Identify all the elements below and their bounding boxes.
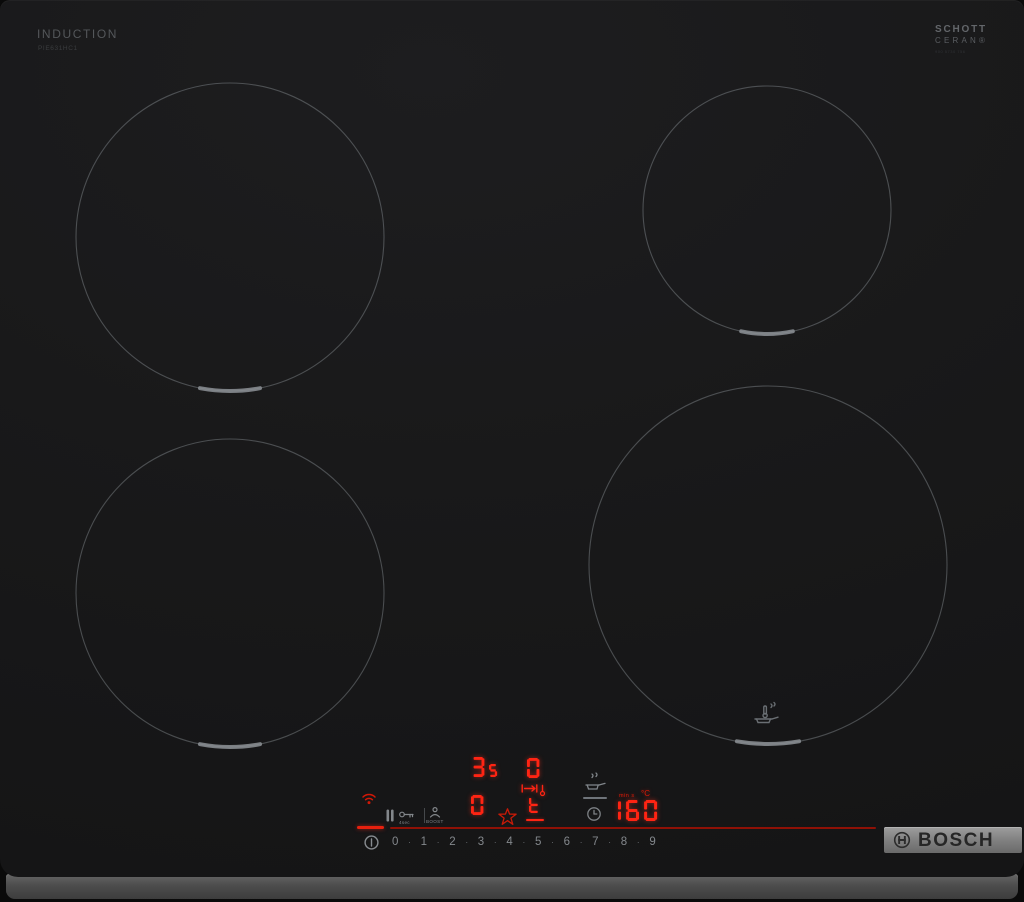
level-separator-dot: · bbox=[637, 837, 640, 847]
zone-marker-rear-right bbox=[741, 331, 793, 334]
boost-chef-icon[interactable] bbox=[429, 807, 441, 818]
induction-label: INDUCTION bbox=[37, 27, 118, 41]
star-icon[interactable] bbox=[498, 808, 517, 826]
level-separator-dot: · bbox=[580, 837, 583, 847]
power-level-7[interactable]: 7 bbox=[592, 836, 598, 848]
level-separator-dot: · bbox=[551, 837, 554, 847]
power-level-3[interactable]: 3 bbox=[478, 836, 484, 848]
display-front-right-glyph bbox=[529, 797, 543, 818]
model-number: PIE631HC1 bbox=[38, 45, 78, 52]
level-separator-dot: · bbox=[522, 837, 525, 847]
power-level-6[interactable]: 6 bbox=[564, 836, 570, 848]
power-level-5[interactable]: 5 bbox=[535, 836, 541, 848]
glass-surface: INDUCTION PIE631HC1 SCHOTT CERAN® 900 57… bbox=[0, 0, 1024, 877]
induction-cooktop: INDUCTION PIE631HC1 SCHOTT CERAN® 900 57… bbox=[0, 0, 1024, 902]
schott-ceran-logo: SCHOTT CERAN® 900 5730 756 bbox=[935, 24, 988, 54]
power-level-4[interactable]: 4 bbox=[506, 836, 512, 848]
bosch-logo-badge: BOSCH bbox=[884, 827, 1022, 853]
bosch-logo-text: BOSCH bbox=[918, 831, 994, 850]
power-slider-track[interactable] bbox=[390, 827, 876, 829]
zone-marker-rear-left bbox=[200, 388, 260, 391]
schott-code: 900 5730 756 bbox=[935, 49, 988, 54]
wifi-icon bbox=[361, 791, 377, 805]
bosch-emblem-icon bbox=[893, 831, 911, 849]
display-front-left bbox=[471, 795, 489, 820]
power-level-9[interactable]: 9 bbox=[649, 836, 655, 848]
fry-sensor-pan-icon[interactable] bbox=[584, 772, 607, 793]
key-lock-label: 4sec bbox=[399, 820, 410, 825]
level-separator-dot: · bbox=[494, 837, 497, 847]
display-rear-left bbox=[472, 757, 490, 782]
zone-marker-front-right bbox=[737, 741, 799, 744]
power-level-scale[interactable]: 0 · 1 · 2 · 3 · 4 · 5 · 6 · 7 · 8 · 9 bbox=[392, 835, 656, 849]
level-separator-dot: · bbox=[437, 837, 440, 847]
cooking-zones bbox=[0, 0, 1024, 877]
key-divider bbox=[424, 808, 425, 823]
boost-label: BOOST bbox=[426, 819, 444, 824]
clock-icon[interactable] bbox=[586, 806, 602, 822]
fry-sensor-select-line bbox=[583, 797, 607, 799]
power-level-2[interactable]: 2 bbox=[449, 836, 455, 848]
zone-ring-front-right bbox=[589, 386, 947, 744]
display-rear-right bbox=[527, 758, 545, 783]
schott-line1: SCHOTT bbox=[935, 24, 988, 35]
zone-marker-front-left bbox=[200, 744, 260, 747]
key-lock-icon[interactable] bbox=[399, 810, 415, 819]
schott-line2: CERAN® bbox=[935, 36, 988, 45]
power-level-0[interactable]: 0 bbox=[392, 836, 398, 848]
fry-sensor-zone-icon bbox=[755, 703, 778, 723]
power-level-8[interactable]: 8 bbox=[621, 836, 627, 848]
zone-ring-front-left bbox=[76, 439, 384, 747]
level-separator-dot: · bbox=[408, 837, 411, 847]
timer-unit-label: min s bbox=[619, 793, 635, 799]
power-slider-active-segment[interactable] bbox=[357, 826, 384, 829]
power-icon[interactable] bbox=[363, 834, 380, 851]
temp-unit-label: °C bbox=[641, 789, 650, 798]
level-separator-dot: · bbox=[608, 837, 611, 847]
timer-display bbox=[608, 800, 663, 826]
display-rear-left-half-step bbox=[489, 764, 501, 782]
power-level-1[interactable]: 1 bbox=[421, 836, 427, 848]
pan-transfer-thermometer-icon bbox=[521, 784, 548, 797]
zone-ring-rear-left bbox=[76, 83, 384, 391]
zone-ring-rear-right bbox=[643, 86, 891, 334]
pause-icon[interactable] bbox=[386, 809, 394, 822]
front-trim bbox=[6, 874, 1018, 899]
level-separator-dot: · bbox=[465, 837, 468, 847]
